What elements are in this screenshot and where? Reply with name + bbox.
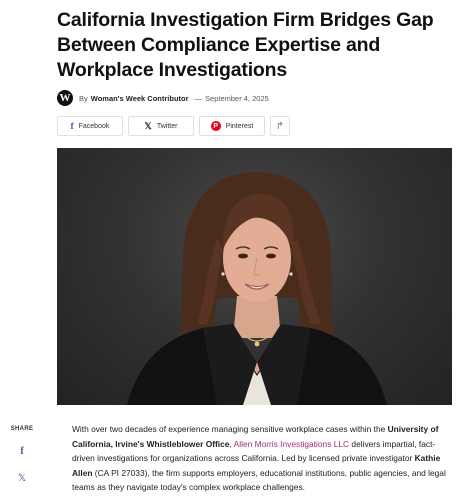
facebook-icon: f	[70, 121, 74, 131]
left-eye	[238, 253, 248, 259]
pinterest-icon: P	[210, 121, 221, 131]
share-arrow-icon: ↱	[275, 120, 285, 132]
sidebar-share: SHARE f 𝕏	[10, 426, 34, 500]
neck	[233, 296, 281, 338]
facebook-label: Facebook	[78, 122, 110, 130]
article-title: California Investigation Firm Bridges Ga…	[57, 9, 434, 81]
left-earring	[221, 272, 225, 276]
portrait-photo	[127, 172, 387, 405]
publisher-logo[interactable]: W	[57, 90, 73, 106]
sidebar-x-icon[interactable]: 𝕏	[18, 473, 26, 484]
pinterest-label: Pinterest	[225, 122, 254, 130]
pinterest-share-button[interactable]: P Pinterest	[199, 116, 265, 136]
facebook-share-button[interactable]: f Facebook	[57, 116, 123, 136]
twitter-share-button[interactable]: 𝕏 Twitter	[128, 116, 194, 136]
byline-by: By	[79, 93, 88, 103]
twitter-label: Twitter	[156, 122, 178, 130]
right-earring	[289, 272, 293, 276]
publish-date: September 4, 2025	[205, 93, 269, 103]
article-paragraph: With over two decades of experience mana…	[72, 422, 454, 495]
byline-separator: —	[194, 93, 203, 103]
share-label: SHARE	[10, 426, 34, 432]
share-toolbar: f Facebook 𝕏 Twitter P Pinterest ↱	[57, 116, 290, 136]
pendant	[254, 341, 260, 347]
x-icon: 𝕏	[144, 120, 152, 131]
text-span: (CA PI 27033), the firm supports employe…	[72, 467, 446, 493]
sidebar-facebook-icon[interactable]: f	[20, 446, 23, 457]
hero-image	[57, 148, 452, 405]
more-share-button[interactable]: ↱	[270, 116, 290, 136]
text-span: With over two decades of experience mana…	[72, 424, 388, 434]
right-eye	[266, 253, 276, 259]
author-link[interactable]: Woman's Week Contributor	[91, 94, 189, 103]
firm-link[interactable]: Allen Morris Investigations LLC	[234, 439, 349, 449]
byline: W By Woman's Week Contributor — Septembe…	[57, 89, 269, 107]
